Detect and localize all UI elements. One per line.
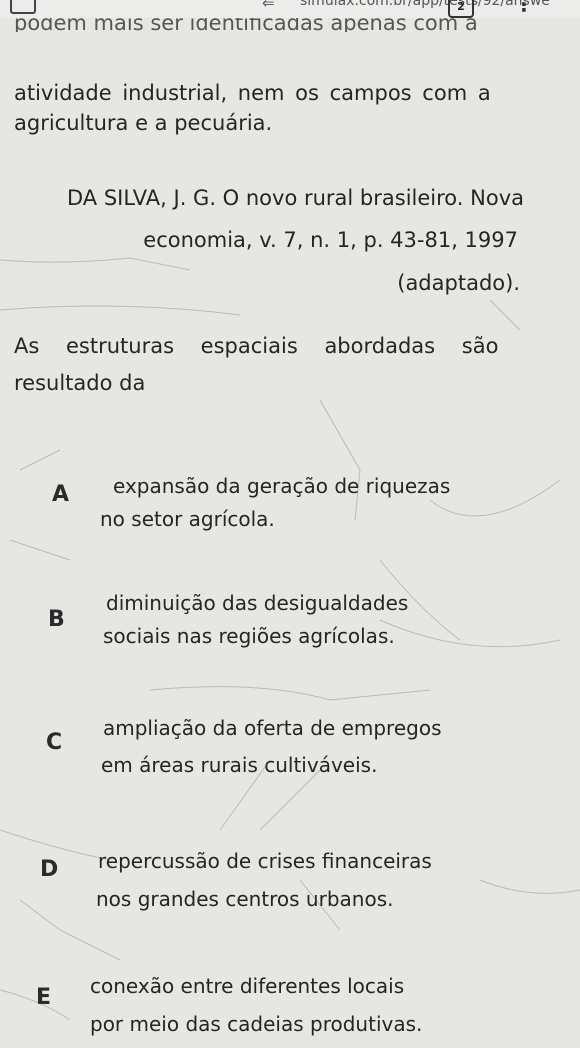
option-text-line-1: ampliação da oferta de empregos	[103, 716, 442, 740]
question-line-2: resultado da	[14, 371, 146, 395]
home-icon[interactable]	[10, 0, 36, 14]
option-text-line-1: diminuição das desigualdades	[106, 591, 409, 615]
option-text-line-1: conexão entre diferentes locais	[90, 974, 405, 998]
passage-line-1: atividade industrial, nem os campos com …	[14, 81, 491, 105]
option-text-line-2: sociais nas regiões agrícolas.	[103, 624, 395, 648]
question-line-1: As estruturas espaciais abordadas são	[14, 334, 499, 358]
source-line-3: (adaptado).	[397, 271, 520, 295]
back-icon[interactable]: ⇐	[262, 0, 275, 12]
option-letter: B	[48, 607, 65, 632]
source-line-1: DA SILVA, J. G. O novo rural brasileiro.…	[67, 186, 524, 210]
option-text-line-2: nos grandes centros urbanos.	[96, 887, 394, 911]
option-text-line-1: expansão da geração de riquezas	[113, 474, 451, 498]
option-text-line-1: repercussão de crises financeiras	[98, 849, 432, 873]
option-text-line-2: por meio das cadeias produtivas.	[90, 1012, 423, 1036]
passage-line-2: agricultura e a pecuária.	[14, 111, 273, 135]
option-letter: E	[36, 985, 52, 1010]
option-letter: C	[46, 730, 63, 755]
option-text-line-2: no setor agrícola.	[100, 507, 275, 531]
browser-toolbar: ⇐ simulax.com.br/app/tests/92/answe 2 ⋮	[0, 0, 580, 18]
source-line-2: economia, v. 7, n. 1, p. 43-81, 1997	[143, 228, 518, 252]
passage-cut-line: podem mais ser identificadas apenas com …	[14, 18, 478, 32]
option-letter: D	[40, 857, 59, 882]
option-text-line-2: em áreas rurais cultiváveis.	[101, 753, 378, 777]
menu-icon[interactable]: ⋮	[514, 0, 534, 14]
tabs-icon[interactable]: 2	[448, 0, 474, 18]
url-address[interactable]: simulax.com.br/app/tests/92/answe	[300, 0, 550, 9]
option-letter: A	[52, 482, 70, 507]
